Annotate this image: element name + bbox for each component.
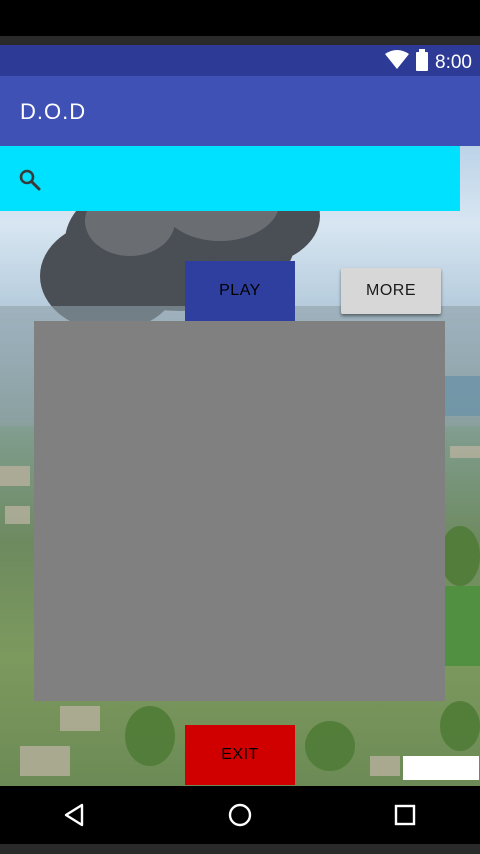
top-gap	[0, 36, 480, 45]
navigation-bar	[0, 786, 480, 844]
app-bar: D.O.D	[0, 76, 480, 146]
wifi-icon	[385, 50, 410, 75]
exit-button[interactable]: EXIT	[185, 725, 295, 785]
status-icons: 8:00	[385, 49, 472, 76]
more-button[interactable]: MORE	[341, 268, 441, 314]
search-bar[interactable]	[0, 146, 460, 211]
battery-icon	[415, 49, 429, 76]
app-title: D.O.D	[20, 99, 87, 124]
top-letterbox	[0, 0, 480, 36]
status-time: 8:00	[435, 51, 472, 73]
status-bar: 8:00	[0, 45, 480, 76]
back-icon[interactable]	[60, 800, 90, 830]
home-icon[interactable]	[225, 800, 255, 830]
content-panel	[34, 321, 445, 701]
bottom-gap	[0, 844, 480, 854]
play-button[interactable]: PLAY	[185, 261, 295, 321]
search-icon[interactable]	[18, 168, 42, 197]
recents-icon[interactable]	[390, 800, 420, 830]
